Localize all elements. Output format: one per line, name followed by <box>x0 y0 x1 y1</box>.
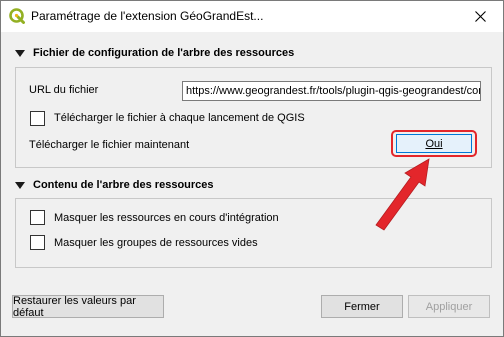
red-arrow-icon <box>375 158 430 231</box>
arrow-annotation <box>375 158 430 231</box>
settings-dialog: Paramétrage de l'extension GéoGrandEst..… <box>0 0 504 337</box>
